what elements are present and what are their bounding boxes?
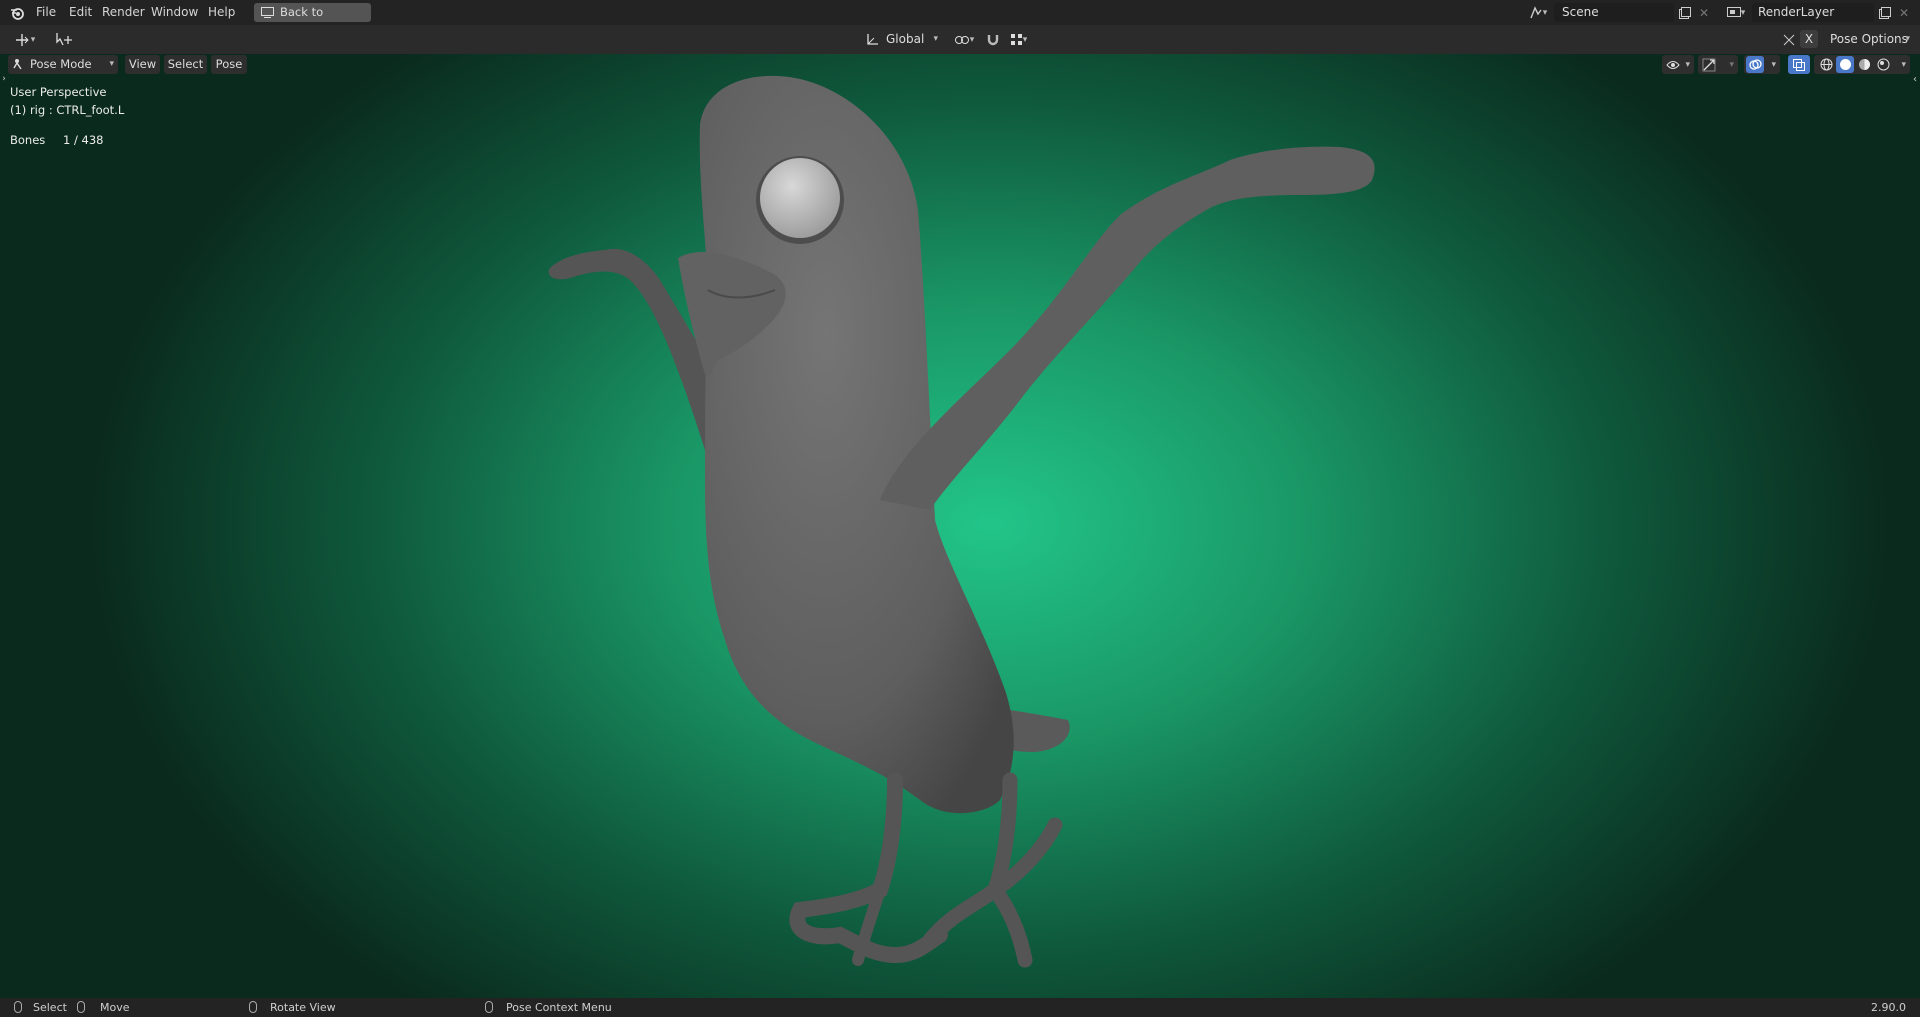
status-rotate-view: Rotate View [270,1001,336,1014]
menu-window[interactable]: Window [151,4,198,21]
new-scene-icon[interactable] [1676,4,1694,21]
blender-logo-icon[interactable] [8,4,26,21]
scene-browse-icon[interactable]: ▾ [1524,4,1552,21]
render-layer-field[interactable]: RenderLayer [1752,3,1874,22]
mouse-left-icon [14,1001,22,1013]
back-to-previous-button[interactable]: Back to Previous [254,3,371,38]
x-mirror-label: X [1804,32,1814,46]
transform-tool-icon[interactable] [52,30,76,49]
mouse-middle-icon [77,1001,85,1013]
top-bar: File Edit Render Window Help Back to Pre… [0,0,1920,38]
status-bar: Select Move Rotate View Pose Context Men… [0,998,1920,1017]
bird-model[interactable] [0,54,1920,998]
orientation-label: Global [886,32,925,46]
remove-scene-icon[interactable]: ✕ [1696,4,1712,21]
status-move: Move [100,1001,130,1014]
render-layer-name: RenderLayer [1758,5,1835,19]
menu-file[interactable]: File [36,4,56,21]
new-view-layer-icon[interactable] [1876,4,1894,21]
snap-element-icon[interactable]: ▾ [1004,30,1034,49]
status-select: Select [33,1001,67,1014]
snap-magnet-icon[interactable] [984,30,1002,49]
active-tool-icon[interactable]: ▾ [10,30,40,49]
tool-settings-bar: ▾ Global ▾ ▾ ▾ X Pose Options ▾ [0,25,1920,54]
menu-render[interactable]: Render [102,4,145,21]
remove-view-layer-icon[interactable]: ✕ [1896,4,1912,21]
view-layer-browse-icon[interactable]: ▾ [1722,4,1750,21]
mouse-right-icon [485,1001,493,1013]
orientation-axis-icon [866,32,880,46]
chevron-down-icon: ▾ [1905,34,1910,44]
menu-help[interactable]: Help [208,4,235,21]
menu-edit[interactable]: Edit [69,4,92,21]
x-mirror-icon[interactable] [1780,30,1798,49]
pivot-point-icon[interactable]: ▾ [950,30,978,49]
status-context-menu: Pose Context Menu [506,1001,612,1014]
pose-options-dropdown[interactable]: Pose Options ▾ [1824,29,1914,49]
blender-version: 2.90.0 [1871,1001,1906,1014]
orientation-dropdown[interactable]: Global ▾ [862,29,942,49]
scene-name: Scene [1562,5,1599,19]
scene-name-field[interactable]: Scene [1554,3,1674,22]
pose-options-label: Pose Options [1830,32,1908,46]
x-mirror-toggle[interactable]: X [1800,30,1818,48]
screen-icon [260,6,274,19]
mouse-middle-icon [249,1001,257,1013]
chevron-down-icon: ▾ [933,34,938,44]
3d-viewport[interactable]: Pose Mode ▾ View Select Pose ▾ ▾ ▾ ▾ › ‹… [0,54,1920,998]
